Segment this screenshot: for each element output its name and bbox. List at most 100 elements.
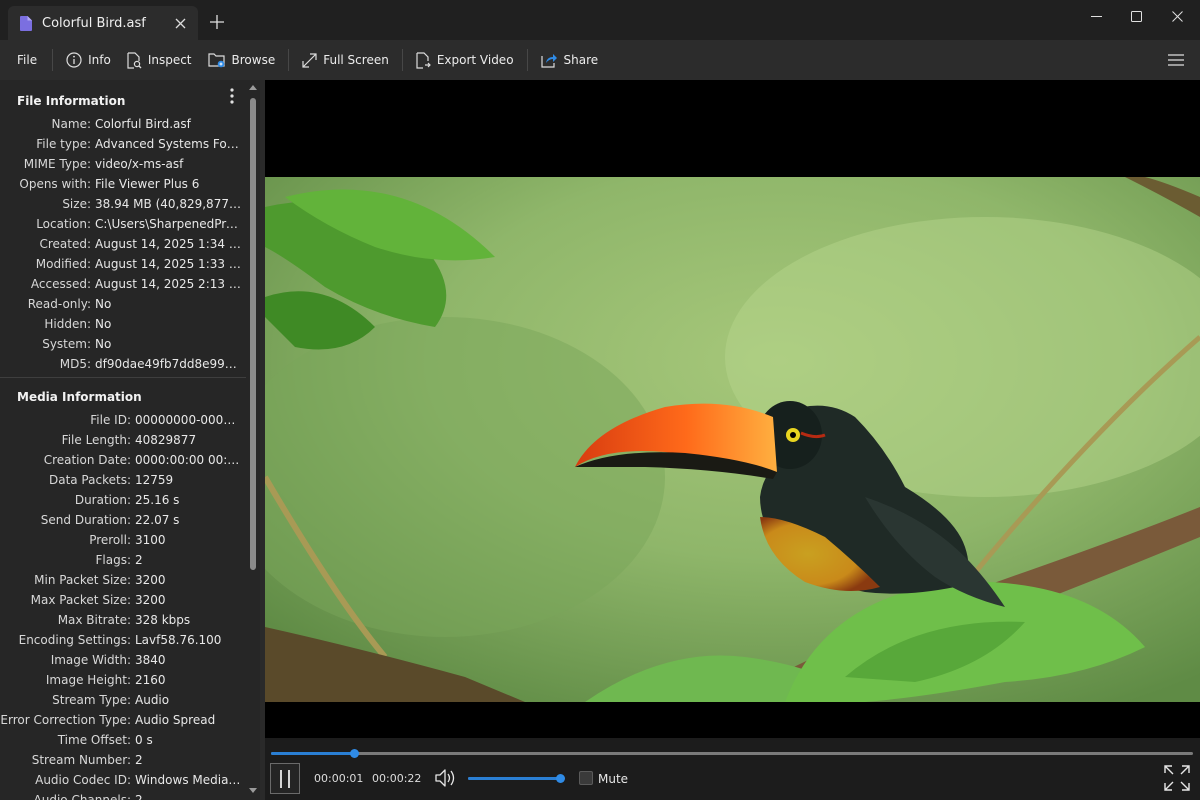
volume-slider-level [468, 777, 561, 780]
sidebar-scrollbar[interactable] [247, 80, 259, 800]
info-row-key: Max Packet Size: [30, 593, 131, 607]
info-row-key: Size: [62, 197, 91, 211]
info-row: Time Offset: 0 s [0, 730, 250, 750]
kebab-menu-icon[interactable] [226, 86, 238, 106]
info-row-value: 3100 [135, 533, 166, 547]
file-menu-label: File [17, 53, 38, 67]
info-row: Size: 38.94 MB (40,829,877 bytes) [0, 194, 250, 214]
export-video-label: Export Video [436, 53, 514, 67]
info-row-value: 3200 [135, 573, 166, 587]
info-icon [66, 52, 82, 68]
info-row-key: Created: [39, 237, 91, 251]
info-row: Preroll: 3100 [0, 530, 250, 550]
info-row-value: No [95, 317, 112, 331]
maximize-button[interactable] [1113, 0, 1159, 32]
plus-icon [210, 15, 224, 29]
info-row: Audio Codec ID: Windows Media Audio [0, 770, 250, 790]
info-row-value: 40829877 [135, 433, 197, 447]
info-row-value: 38.94 MB (40,829,877 bytes) [95, 197, 250, 211]
close-icon [1171, 10, 1183, 22]
info-sidebar: File Information Name: Colorful Bird.asf F… [0, 80, 260, 800]
info-row-key: File type: [36, 137, 91, 151]
info-row-value: August 14, 2025 1:34 PM [95, 237, 247, 251]
info-row: System: No [0, 334, 250, 354]
new-tab-button[interactable] [205, 10, 229, 34]
info-row-value: Audio Spread [135, 713, 216, 727]
info-row-value: Audio [135, 693, 170, 707]
player-controls: 00:00:01 00:00:22 Mute [265, 738, 1200, 800]
info-row-value: Advanced Systems Format (.asf) [95, 137, 250, 151]
info-row: Min Packet Size: 3200 [0, 570, 250, 590]
info-row: File type: Advanced Systems Format (.asf) [0, 134, 250, 154]
file-tab[interactable]: Colorful Bird.asf [8, 6, 198, 40]
hamburger-menu-icon[interactable] [1168, 52, 1184, 68]
info-button[interactable]: Info [58, 40, 119, 80]
info-row-value: August 14, 2025 1:33 PM [95, 257, 247, 271]
info-row-value: Colorful Bird.asf [95, 117, 191, 131]
full-screen-button[interactable]: Full Screen [294, 40, 397, 80]
file-icon [20, 15, 32, 31]
maximize-icon [1130, 10, 1142, 22]
info-row: Stream Type: Audio [0, 690, 250, 710]
info-row-value: 2 [135, 753, 143, 767]
info-row: Stream Number: 2 [0, 750, 250, 770]
current-time: 00:00:01 [314, 772, 364, 785]
info-row: File Length: 40829877 [0, 430, 250, 450]
title-bar: Colorful Bird.asf [0, 0, 1200, 40]
info-row-value: File Viewer Plus 6 [95, 177, 200, 191]
seek-bar-thumb[interactable] [349, 749, 359, 758]
info-row-key: Name: [51, 117, 91, 131]
volume-slider[interactable] [468, 774, 566, 783]
volume-slider-thumb[interactable] [556, 774, 566, 783]
scroll-up-arrow-icon[interactable] [249, 84, 257, 92]
info-row-key: Audio Codec ID: [35, 773, 131, 787]
share-button[interactable]: Share [533, 40, 607, 80]
toolbar: File Info Inspect Browse Full Screen Exp… [0, 40, 1200, 80]
info-row: MIME Type: video/x-ms-asf [0, 154, 250, 174]
scrollbar-thumb[interactable] [250, 98, 256, 570]
volume-icon[interactable] [434, 768, 456, 788]
info-row-key: Min Packet Size: [34, 573, 131, 587]
export-video-button[interactable]: Export Video [408, 40, 522, 80]
info-row-value: 3840 [135, 653, 166, 667]
info-row-key: Read-only: [27, 297, 91, 311]
close-tab-button[interactable] [168, 11, 192, 35]
total-time: 00:00:22 [372, 772, 422, 785]
info-row: Error Correction Type: Audio Spread [0, 710, 250, 730]
info-row-key: Flags: [95, 553, 131, 567]
info-row-key: Duration: [74, 493, 131, 507]
expand-icon[interactable] [1164, 765, 1190, 791]
browse-icon [207, 53, 225, 68]
info-row-value: 25.16 s [135, 493, 180, 507]
info-row-key: Creation Date: [43, 453, 131, 467]
info-row-key: File ID: [90, 413, 131, 427]
info-row-value: 2 [135, 793, 143, 800]
info-row-key: Modified: [35, 257, 91, 271]
pause-button[interactable] [270, 763, 300, 794]
info-row-value: df90dae49fb7dd8e9973adf0c1e2b4a7 [95, 357, 250, 371]
info-row-value: 328 kbps [135, 613, 191, 627]
browse-label: Browse [231, 53, 276, 67]
info-row-value: 0000:00:00 00:00:00Z [135, 453, 250, 467]
info-row: Max Packet Size: 3200 [0, 590, 250, 610]
info-row-value: August 14, 2025 2:13 PM [95, 277, 247, 291]
info-row-value: No [95, 297, 112, 311]
info-label: Info [88, 53, 111, 67]
seek-bar[interactable] [271, 749, 1193, 758]
info-row-key: Data Packets: [48, 473, 131, 487]
info-row-value: 00000000-0000-0000-0000-000000000000 [135, 413, 250, 427]
file-menu-button[interactable]: File [0, 40, 47, 80]
info-row-value: 2 [135, 553, 143, 567]
browse-button[interactable]: Browse [200, 40, 284, 80]
info-row-value: video/x-ms-asf [95, 157, 184, 171]
info-row: Max Bitrate: 328 kbps [0, 610, 250, 630]
info-row-value: 0 s [135, 733, 153, 747]
mute-checkbox[interactable] [579, 771, 593, 785]
scroll-down-arrow-icon[interactable] [249, 786, 257, 794]
info-row: Audio Channels: 2 [0, 790, 250, 800]
close-window-button[interactable] [1154, 0, 1200, 32]
inspect-button[interactable]: Inspect [119, 40, 200, 80]
video-player[interactable] [265, 80, 1200, 738]
info-row: Opens with: File Viewer Plus 6 [0, 174, 250, 194]
info-row: Flags: 2 [0, 550, 250, 570]
